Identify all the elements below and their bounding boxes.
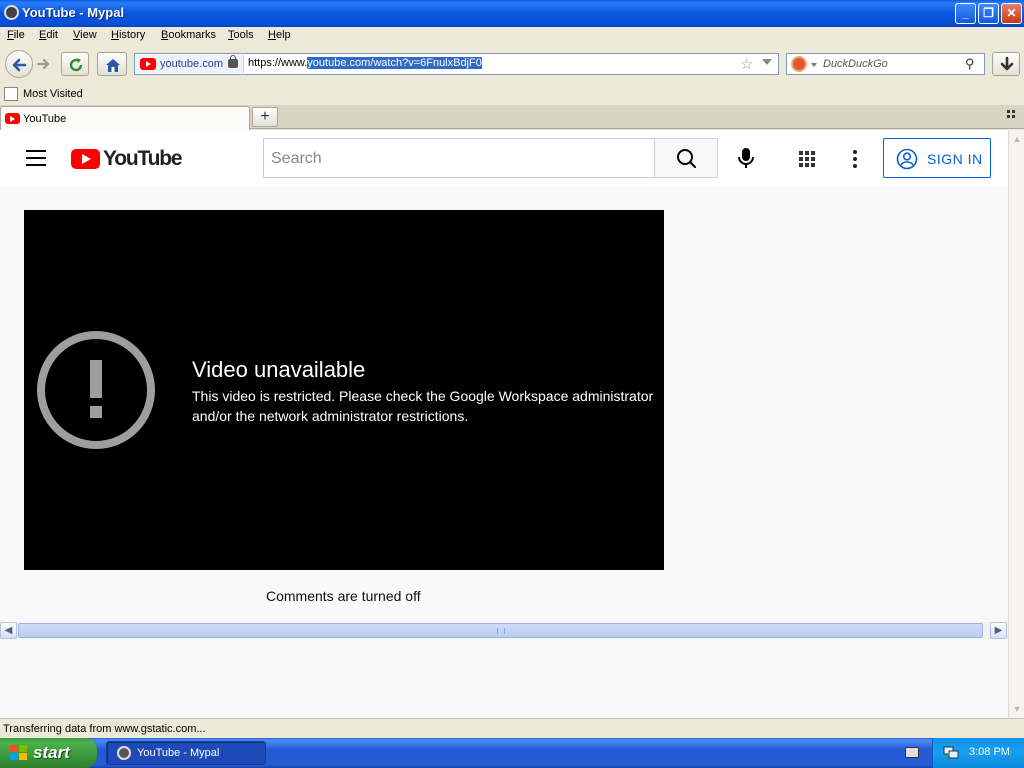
search-bar[interactable]: DuckDuckGo ⚲ <box>786 53 985 75</box>
taskbar-item-mypal[interactable]: YouTube - Mypal <box>106 741 266 765</box>
windows-taskbar: start YouTube - Mypal 3:08 PM <box>0 738 1024 768</box>
apps-grid-icon[interactable] <box>797 149 817 169</box>
comments-status: Comments are turned off <box>266 588 421 604</box>
youtube-search-button[interactable] <box>654 138 718 178</box>
tab-youtube[interactable]: YouTube <box>0 106 250 130</box>
identity-domain: youtube.com <box>160 58 223 70</box>
maximize-button[interactable]: ❐ <box>978 3 999 24</box>
scroll-right-arrow-icon[interactable]: ▶ <box>990 622 1007 639</box>
home-button[interactable] <box>97 52 127 76</box>
bookmarks-toolbar: Most Visited <box>0 84 1024 105</box>
url-prefix: https://www. <box>248 57 308 69</box>
video-player[interactable]: Video unavailable This video is restrict… <box>24 210 664 570</box>
url-dropdown-icon[interactable] <box>762 59 772 65</box>
bookmark-star-icon[interactable]: ☆ <box>740 55 753 73</box>
horizontal-scroll-thumb[interactable] <box>18 623 983 638</box>
reload-button[interactable] <box>61 52 89 76</box>
tab-strip: YouTube + <box>0 105 1024 130</box>
url-selected-text: youtube.com/watch?v=6FnulxBdjF0 <box>307 57 482 69</box>
url-text[interactable]: https://www.youtube.com/watch?v=6FnulxBd… <box>248 57 482 69</box>
lock-icon <box>228 55 238 68</box>
menu-file[interactable]: File <box>7 29 25 41</box>
new-tab-button[interactable]: + <box>252 107 278 127</box>
youtube-search-placeholder: Search <box>271 150 322 167</box>
forward-arrow-icon <box>36 58 50 70</box>
more-options-icon[interactable] <box>850 149 860 169</box>
tab-list-icon[interactable] <box>1007 110 1019 122</box>
account-circle-icon <box>896 148 918 170</box>
microphone-icon <box>738 148 754 168</box>
window-title: YouTube - Mypal <box>22 5 125 20</box>
exclamation-warning-icon <box>37 331 155 449</box>
most-visited-bookmark[interactable]: Most Visited <box>23 88 83 100</box>
sign-in-button[interactable]: SIGN IN <box>883 138 991 178</box>
close-button[interactable]: ✕ <box>1001 3 1022 24</box>
menu-tools[interactable]: Tools <box>228 29 254 41</box>
youtube-play-icon <box>71 149 100 169</box>
clock: 3:08 PM <box>969 746 1010 758</box>
downloads-button[interactable] <box>992 52 1020 76</box>
youtube-logo[interactable]: YouTube <box>71 147 183 170</box>
bookmark-folder-icon <box>4 87 18 101</box>
tab-label: YouTube <box>23 113 67 125</box>
download-arrow-icon <box>1000 56 1014 71</box>
youtube-logo-text: YouTube <box>103 147 183 170</box>
reload-icon <box>69 58 83 72</box>
menu-bar: File Edit View History Bookmarks Tools H… <box>0 27 1024 45</box>
error-title: Video unavailable <box>192 357 366 382</box>
search-placeholder: DuckDuckGo <box>823 58 888 70</box>
keyboard-icon[interactable] <box>905 747 919 758</box>
windows-flag-icon <box>10 745 27 761</box>
youtube-header: YouTube Search SIGN IN <box>0 130 1008 187</box>
window-titlebar: YouTube - Mypal _ ❐ ✕ <box>0 0 1024 27</box>
menu-bookmarks[interactable]: Bookmarks <box>161 29 216 41</box>
youtube-favicon-icon <box>5 113 20 124</box>
home-icon <box>106 59 120 72</box>
network-icon[interactable] <box>943 745 959 760</box>
scroll-left-arrow-icon[interactable]: ◀ <box>0 622 17 639</box>
voice-search-button[interactable] <box>733 144 759 172</box>
youtube-search-input[interactable]: Search <box>263 138 655 178</box>
forward-button[interactable] <box>33 54 55 74</box>
horizontal-scrollbar[interactable]: ◀ ▶ <box>0 622 1008 639</box>
start-label: start <box>33 743 70 762</box>
magnifier-icon[interactable]: ⚲ <box>965 56 975 72</box>
menu-edit[interactable]: Edit <box>39 29 58 41</box>
search-icon <box>677 149 697 169</box>
start-button[interactable]: start <box>0 738 97 768</box>
search-engine-dropdown-icon[interactable] <box>811 63 817 67</box>
vertical-scrollbar[interactable]: ▲ ▼ <box>1008 130 1024 718</box>
mypal-app-icon <box>4 5 19 20</box>
youtube-favicon-icon <box>140 58 156 70</box>
back-button[interactable] <box>5 50 33 78</box>
minimize-button[interactable]: _ <box>955 3 976 24</box>
back-arrow-icon <box>12 58 27 72</box>
navigation-toolbar: youtube.com https://www.youtube.com/watc… <box>0 46 1024 82</box>
duckduckgo-icon[interactable] <box>791 56 807 72</box>
menu-help[interactable]: Help <box>268 29 291 41</box>
status-text: Transferring data from www.gstatic.com..… <box>3 723 206 735</box>
status-bar: Transferring data from www.gstatic.com..… <box>0 718 1024 738</box>
site-identity-box[interactable]: youtube.com <box>136 55 244 73</box>
sign-in-label: SIGN IN <box>927 151 983 167</box>
page-content: YouTube Search SIGN IN Video unavailable… <box>0 130 1008 718</box>
menu-history[interactable]: History <box>111 29 145 41</box>
system-tray: 3:08 PM <box>932 738 1024 768</box>
address-bar[interactable]: youtube.com https://www.youtube.com/watc… <box>134 53 779 75</box>
scroll-down-arrow-icon[interactable]: ▼ <box>1010 702 1024 716</box>
menu-view[interactable]: View <box>73 29 97 41</box>
taskbar-item-label: YouTube - Mypal <box>137 747 220 759</box>
hamburger-menu-icon[interactable] <box>26 150 46 166</box>
scroll-up-arrow-icon[interactable]: ▲ <box>1010 132 1024 146</box>
mypal-app-icon <box>117 746 131 760</box>
error-message: This video is restricted. Please check t… <box>192 388 654 424</box>
